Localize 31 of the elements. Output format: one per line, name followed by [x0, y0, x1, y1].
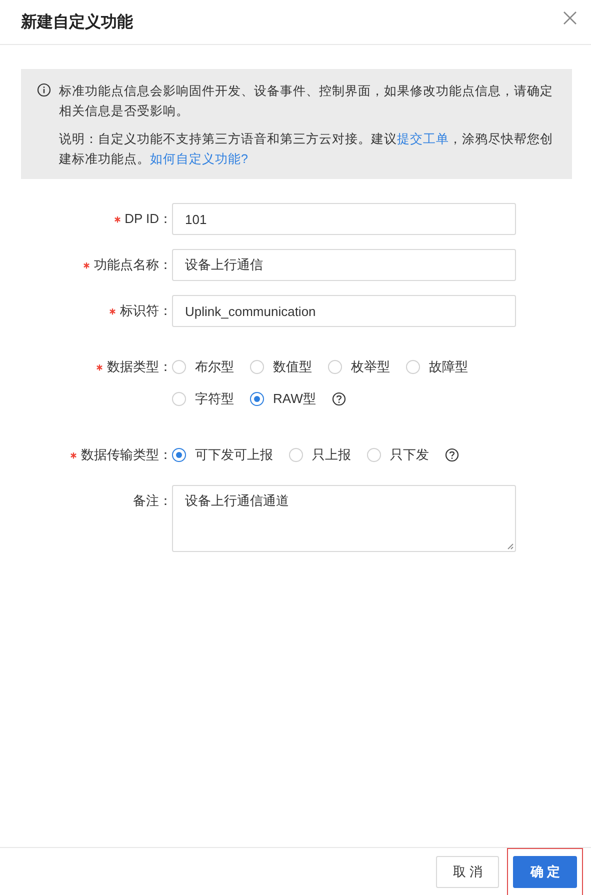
field-label: 功能点名称：: [94, 256, 172, 274]
resize-grip-icon[interactable]: [506, 542, 514, 550]
radio-label[interactable]: 可下发可上报: [195, 446, 273, 464]
notice-text: 标准功能点信息会影响固件开发、设备事件、控制界面，如果修改功能点信息，请确定相关信息是否受影响。: [59, 83, 554, 120]
remark-field[interactable]: 设备上行通信通道: [172, 485, 516, 552]
field-label: 数据传输类型：: [81, 446, 172, 464]
confirm-button[interactable]: 确 定: [513, 856, 577, 888]
help-icon[interactable]: [332, 392, 346, 406]
radio-button[interactable]: [172, 448, 186, 462]
radio-label[interactable]: 故障型: [429, 358, 468, 376]
radio-label[interactable]: RAW型: [273, 390, 316, 408]
field-label: 标识符：: [120, 302, 172, 320]
radio-label[interactable]: 只上报: [312, 446, 351, 464]
input-field[interactable]: 101: [172, 203, 516, 235]
field-label: 数据类型：: [107, 358, 172, 376]
field-label: DP ID：: [124, 210, 172, 228]
notice-text: 说明：自定义功能不支持第三方语音和第三方云对接。建议提交工单，涂鸦尽快帮您创建标准功能点。如何自定义功能?: [59, 131, 554, 168]
radio-label[interactable]: 数值型: [273, 358, 312, 376]
input-field[interactable]: 设备上行通信: [172, 249, 516, 281]
radio-label[interactable]: 枚举型: [351, 358, 390, 376]
help-icon[interactable]: [445, 448, 459, 462]
field-label: 备注：: [133, 492, 172, 510]
radio-label[interactable]: 字符型: [195, 390, 234, 408]
cancel-button[interactable]: 取 消: [436, 856, 500, 888]
radio-button[interactable]: [250, 392, 264, 406]
radio-label[interactable]: 只下发: [390, 446, 429, 464]
input-field[interactable]: Uplink_communication: [172, 295, 516, 327]
dialog-title: 新建自定义功能: [21, 12, 133, 32]
info-icon: [37, 83, 51, 97]
close-icon[interactable]: [563, 11, 577, 25]
radio-label[interactable]: 布尔型: [195, 358, 234, 376]
